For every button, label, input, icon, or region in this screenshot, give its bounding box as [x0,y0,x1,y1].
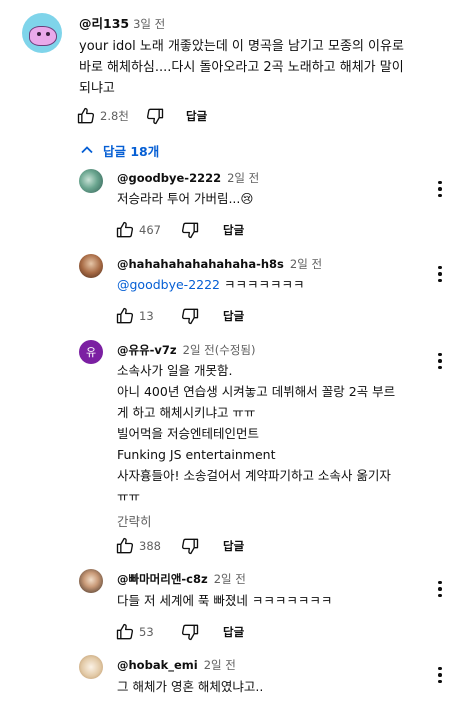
like-button[interactable] [114,621,136,643]
thumbs-down-icon [146,108,164,125]
comment-actions: 2.8천 답글 [75,104,207,128]
avatar[interactable] [22,13,62,53]
reply-button[interactable]: 답글 [223,624,244,640]
reply-time[interactable]: 2일 전 [290,257,322,271]
avatar[interactable] [79,569,103,593]
reply-author[interactable]: @goodbye-2222 2일 전 [117,170,259,186]
thumbs-down-icon [181,538,199,555]
reply-text: 저승라라 투어 가버림...😢 [117,191,254,206]
like-count: 388 [139,539,161,553]
dislike-button[interactable] [144,105,166,127]
reply-author[interactable]: @유유-v7z 2일 전(수정됨) [117,342,255,358]
like-button[interactable] [75,105,97,127]
reply-actions: 13 답글 [114,304,244,328]
reply-button[interactable]: 답글 [223,308,244,324]
thumbs-up-icon [116,623,134,640]
dislike-button[interactable] [179,621,201,643]
dislike-button[interactable] [179,305,201,327]
reply-button[interactable]: 답글 [223,538,244,554]
reply-time[interactable]: 2일 전 [214,572,246,586]
reply-text: 다들 저 세계에 푹 빠졌네 ㅋㅋㅋㅋㅋㅋㅋ [117,593,333,608]
more-actions-button[interactable] [433,178,447,200]
replies-toggle-button[interactable]: 답글 18개 [79,140,159,160]
reply-author[interactable]: @hahahahahahahaha-h8s 2일 전 [117,256,322,272]
replies-count-label: 답글 18개 [103,143,160,159]
like-count: 13 [139,309,154,323]
avatar[interactable]: 유 [79,340,103,364]
comment-thread: @리135 3일 전 your idol 노래 개좋았는데 이 명곡을 남기고 모… [0,0,454,708]
thumbs-up-icon [116,307,134,324]
more-actions-button[interactable] [433,664,447,686]
reply-actions: 467 답글 [114,218,244,242]
reply-actions: 53 답글 [114,620,244,644]
dislike-button[interactable] [179,535,201,557]
like-button[interactable] [114,535,136,557]
reply-text: 소속사가 일을 개못함. 아니 400년 연습생 시켜놓고 데뷔해서 꼴랑 2곡… [117,360,437,532]
reply-button[interactable]: 답글 [223,222,244,238]
reply-author[interactable]: @빠마머리앤-c8z 2일 전 [117,571,246,587]
reply-time[interactable]: 2일 전(수정됨) [183,343,256,357]
reply-time[interactable]: 2일 전 [204,658,236,672]
like-count: 467 [139,223,161,237]
more-actions-button[interactable] [433,578,447,600]
thumbs-down-icon [181,308,199,325]
reply-text: @goodbye-2222 ㅋㅋㅋㅋㅋㅋㅋ [117,277,305,292]
avatar[interactable] [79,655,103,679]
avatar[interactable] [79,169,103,193]
reply-actions: 388 답글 [114,534,244,558]
chevron-up-icon [81,146,93,154]
thumbs-up-icon [116,537,134,554]
reply-time[interactable]: 2일 전 [227,171,259,185]
show-less-button[interactable]: 간략히 [117,511,437,532]
comment-text: your idol 노래 개좋았는데 이 명곡을 남기고 모종의 이유로 바로 … [79,39,404,96]
reply-button[interactable]: 답글 [186,108,207,124]
comment-author[interactable]: @리135 3일 전 [79,13,165,32]
comment-time[interactable]: 3일 전 [133,17,165,31]
thumbs-down-icon [181,222,199,239]
dislike-button[interactable] [179,219,201,241]
reply-text: 그 해체가 영혼 해체였냐고.. [117,679,264,694]
like-count: 53 [139,625,154,639]
thumbs-up-icon [77,107,95,124]
like-button[interactable] [114,305,136,327]
like-button[interactable] [114,219,136,241]
more-actions-button[interactable] [433,350,447,372]
reply-author[interactable]: @hobak_emi 2일 전 [117,657,236,673]
mention-link[interactable]: @goodbye-2222 [117,277,220,292]
like-count: 2.8천 [100,109,129,123]
avatar[interactable] [79,254,103,278]
more-actions-button[interactable] [433,263,447,285]
thumbs-down-icon [181,624,199,641]
thumbs-up-icon [116,221,134,238]
